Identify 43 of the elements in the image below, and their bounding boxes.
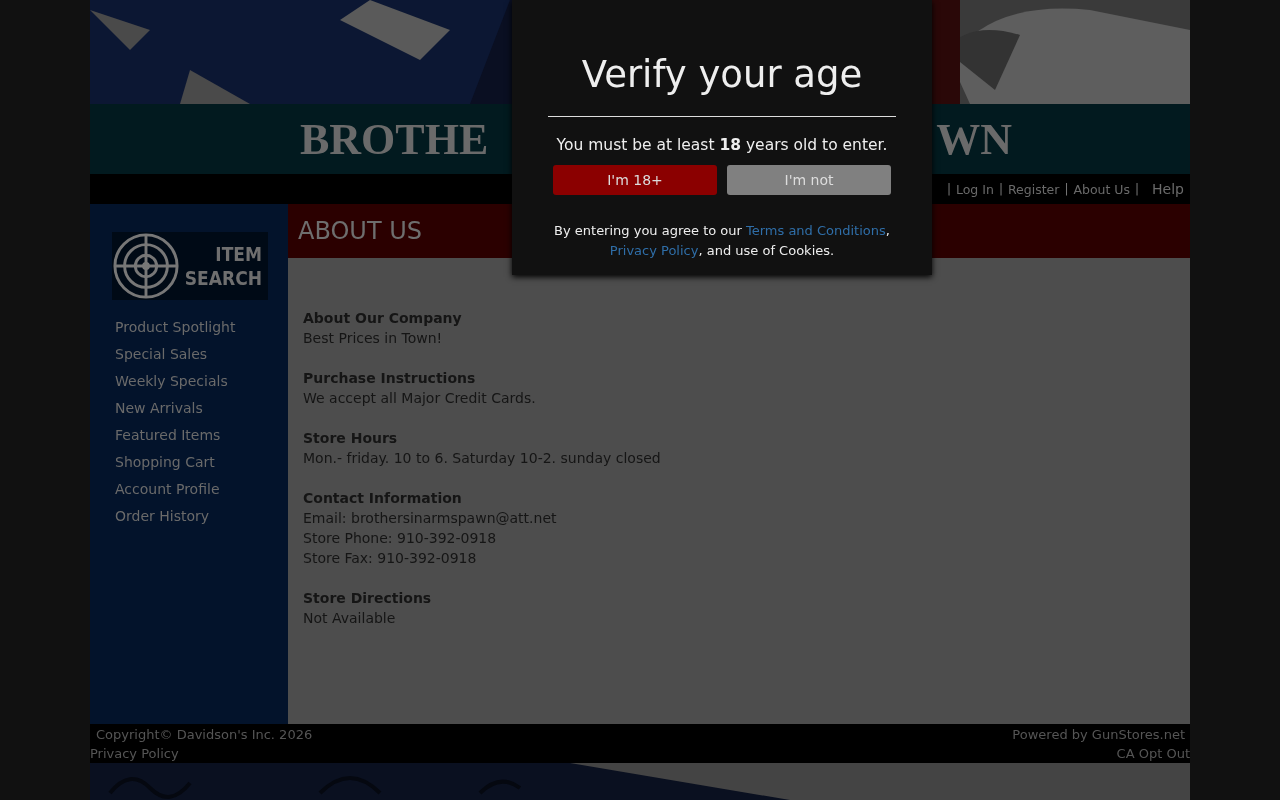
sidebar-link[interactable]: Order History (115, 503, 288, 530)
section-text: Mon.- friday. 10 to 6. Saturday 10-2. sunday closed (303, 449, 661, 468)
store-logo-text: WN (936, 113, 1012, 165)
section-heading: Store Hours (303, 429, 398, 448)
section-heading: Contact Information (303, 489, 462, 508)
sidebar-link[interactable]: Product Spotlight (115, 314, 288, 341)
nav-link[interactable]: Register (1007, 181, 1060, 197)
section-text: Store Fax: 910-392-0918 (303, 549, 477, 568)
section-heading: About Our Company (303, 309, 462, 328)
copyright-text: Copyright© Davidson's Inc. 2026 (95, 725, 313, 744)
store-logo-text: BROTHE (300, 113, 489, 165)
privacy-policy-link[interactable]: Privacy Policy (90, 743, 179, 763)
sidebar-link[interactable]: Special Sales (115, 341, 288, 368)
agreement-text: By entering you agree to our Terms and Conditions, Privacy Policy, and use of Cookies. (553, 222, 891, 260)
sidebar-link[interactable]: Weekly Specials (115, 368, 288, 395)
help-link[interactable]: Help (1152, 181, 1184, 197)
sidebar-link[interactable]: New Arrivals (115, 395, 288, 422)
page-title: ABOUT US (298, 217, 422, 245)
separator-text: | (998, 182, 1003, 196)
section-text: Email: brothersinarmspawn@att.net (303, 509, 557, 528)
section-heading: Purchase Instructions (303, 369, 476, 388)
terms-link[interactable]: Terms and Conditions (746, 223, 886, 238)
sidebar-link[interactable]: Shopping Cart (115, 449, 288, 476)
item-search-button[interactable]: ITEM SEARCH (112, 232, 268, 300)
age-button[interactable]: I'm not (727, 165, 891, 195)
privacy-policy-link[interactable]: Privacy Policy (609, 243, 699, 258)
age-message: You must be at least 18 years old to enter. (556, 136, 888, 154)
section-text: Store Phone: 910-392-0918 (303, 529, 497, 548)
powered-by-link[interactable]: Powered by GunStores.net (1012, 724, 1190, 744)
sidebar-link[interactable]: Featured Items (115, 422, 288, 449)
section-text: We accept all Major Credit Cards. (303, 389, 536, 408)
nav-link[interactable]: About Us (1073, 181, 1131, 197)
age-button[interactable]: I'm 18+ (553, 165, 717, 195)
opt-out-link[interactable]: CA Opt Out (1116, 743, 1190, 763)
section-heading: Store Directions (303, 589, 432, 608)
sidebar-link[interactable]: Account Profile (115, 476, 288, 503)
section-text: Not Available (303, 609, 396, 628)
separator-text: | (946, 182, 951, 196)
nav-link[interactable]: Log In (955, 181, 994, 197)
crosshair-icon (112, 232, 180, 300)
modal-title: Verify your age (581, 52, 863, 98)
separator-text: | (1135, 182, 1140, 196)
separator-text: | (1064, 182, 1069, 196)
